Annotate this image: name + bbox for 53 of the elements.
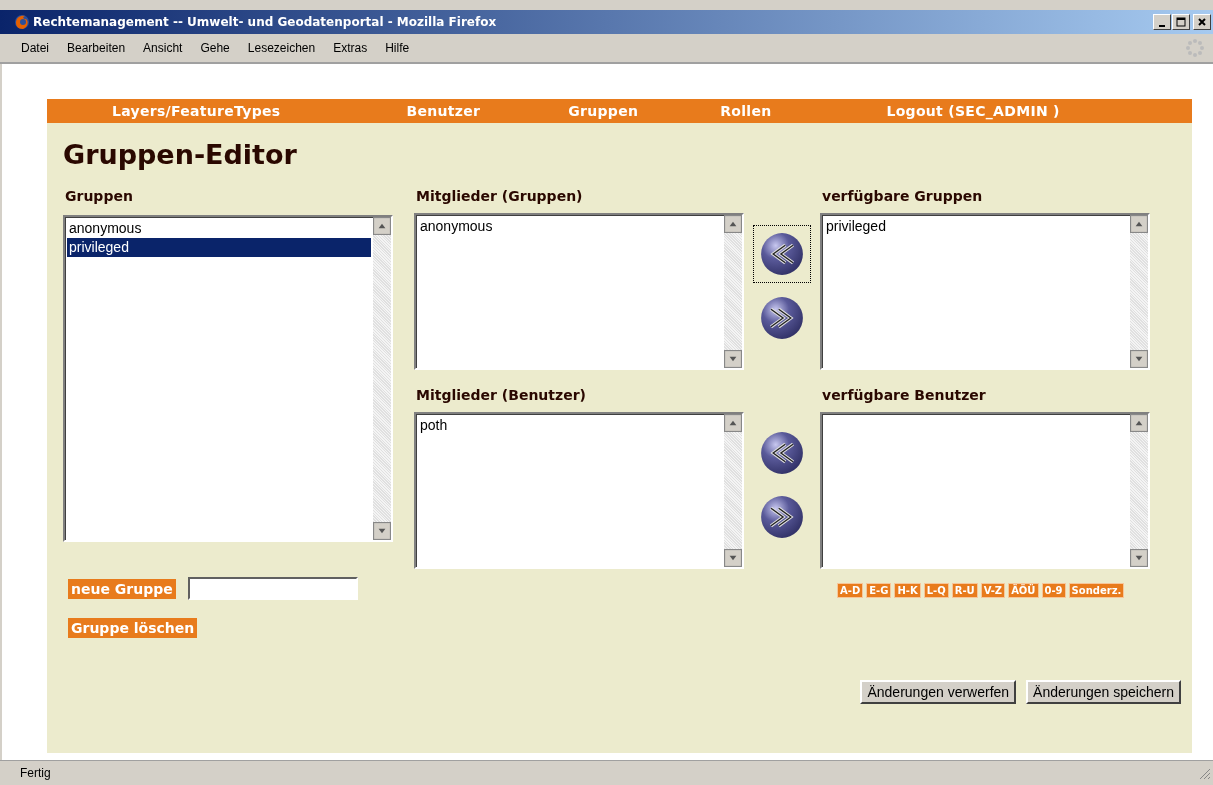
scroll-up-icon[interactable] (1130, 414, 1148, 432)
list-label: Gruppen (64, 187, 134, 205)
maximize-icon (1176, 17, 1186, 27)
list-option[interactable]: privileged (67, 238, 371, 257)
list-box[interactable]: anonymous (414, 213, 744, 370)
minimize-icon (1159, 24, 1165, 27)
form-button[interactable]: Änderungen verwerfen (860, 680, 1017, 704)
scroll-up-icon[interactable] (724, 215, 742, 233)
scrollbar[interactable] (1130, 215, 1148, 368)
list-box[interactable]: privileged (820, 213, 1150, 370)
menu-item[interactable]: Lesezeichen (247, 41, 316, 55)
page-title: Gruppen-Editor (63, 138, 298, 172)
scroll-down-icon[interactable] (373, 522, 391, 540)
minimize-button[interactable] (1153, 14, 1171, 30)
scroll-up-icon[interactable] (724, 414, 742, 432)
list-box[interactable]: anonymous privileged (63, 215, 393, 542)
list-option[interactable]: anonymous (418, 217, 722, 236)
scrollbar[interactable] (724, 215, 742, 368)
menu-item[interactable]: Extras (333, 41, 368, 55)
list-option[interactable]: anonymous (67, 219, 371, 238)
resize-grip-icon (1197, 766, 1211, 780)
menu-item[interactable]: Ansicht (143, 41, 183, 55)
list-box[interactable]: poth (414, 412, 744, 569)
scroll-down-icon[interactable] (1130, 549, 1148, 567)
form-button[interactable]: Änderungen speichern (1026, 680, 1181, 704)
list-option[interactable]: privileged (824, 217, 1128, 236)
menu-item[interactable]: Hilfe (385, 41, 410, 55)
group-name-field[interactable] (187, 577, 358, 600)
scroll-down-icon[interactable] (724, 549, 742, 567)
list-label: Mitglieder (Gruppen) (415, 187, 584, 205)
scroll-down-icon[interactable] (724, 350, 742, 368)
status-text: Fertig (20, 766, 51, 780)
list-label: verfügbare Benutzer (821, 386, 987, 404)
throbber-icon (1185, 38, 1205, 58)
transfer-button[interactable] (753, 225, 811, 283)
scrollbar[interactable] (724, 414, 742, 567)
firefox-logo-icon (14, 14, 30, 30)
scroll-up-icon[interactable] (373, 217, 391, 235)
maximize-button[interactable] (1172, 14, 1190, 30)
scrollbar[interactable] (1130, 414, 1148, 567)
window-title: Rechtemanagement -- Umwelt- und Geodatenportal - Mozilla Firefox (33, 15, 497, 29)
menu-item[interactable]: Datei (21, 41, 49, 55)
list-label: Mitglieder (Benutzer) (415, 386, 587, 404)
list-box[interactable] (820, 412, 1150, 569)
list-label: verfügbare Gruppen (821, 187, 984, 205)
scroll-up-icon[interactable] (1130, 215, 1148, 233)
list-option[interactable]: poth (418, 416, 722, 435)
close-icon (1197, 17, 1207, 27)
close-button[interactable] (1193, 14, 1211, 30)
menu-item[interactable]: Bearbeiten (67, 41, 126, 55)
scroll-down-icon[interactable] (1130, 350, 1148, 368)
menu-item[interactable]: Gehe (200, 41, 230, 55)
scrollbar[interactable] (373, 217, 391, 540)
